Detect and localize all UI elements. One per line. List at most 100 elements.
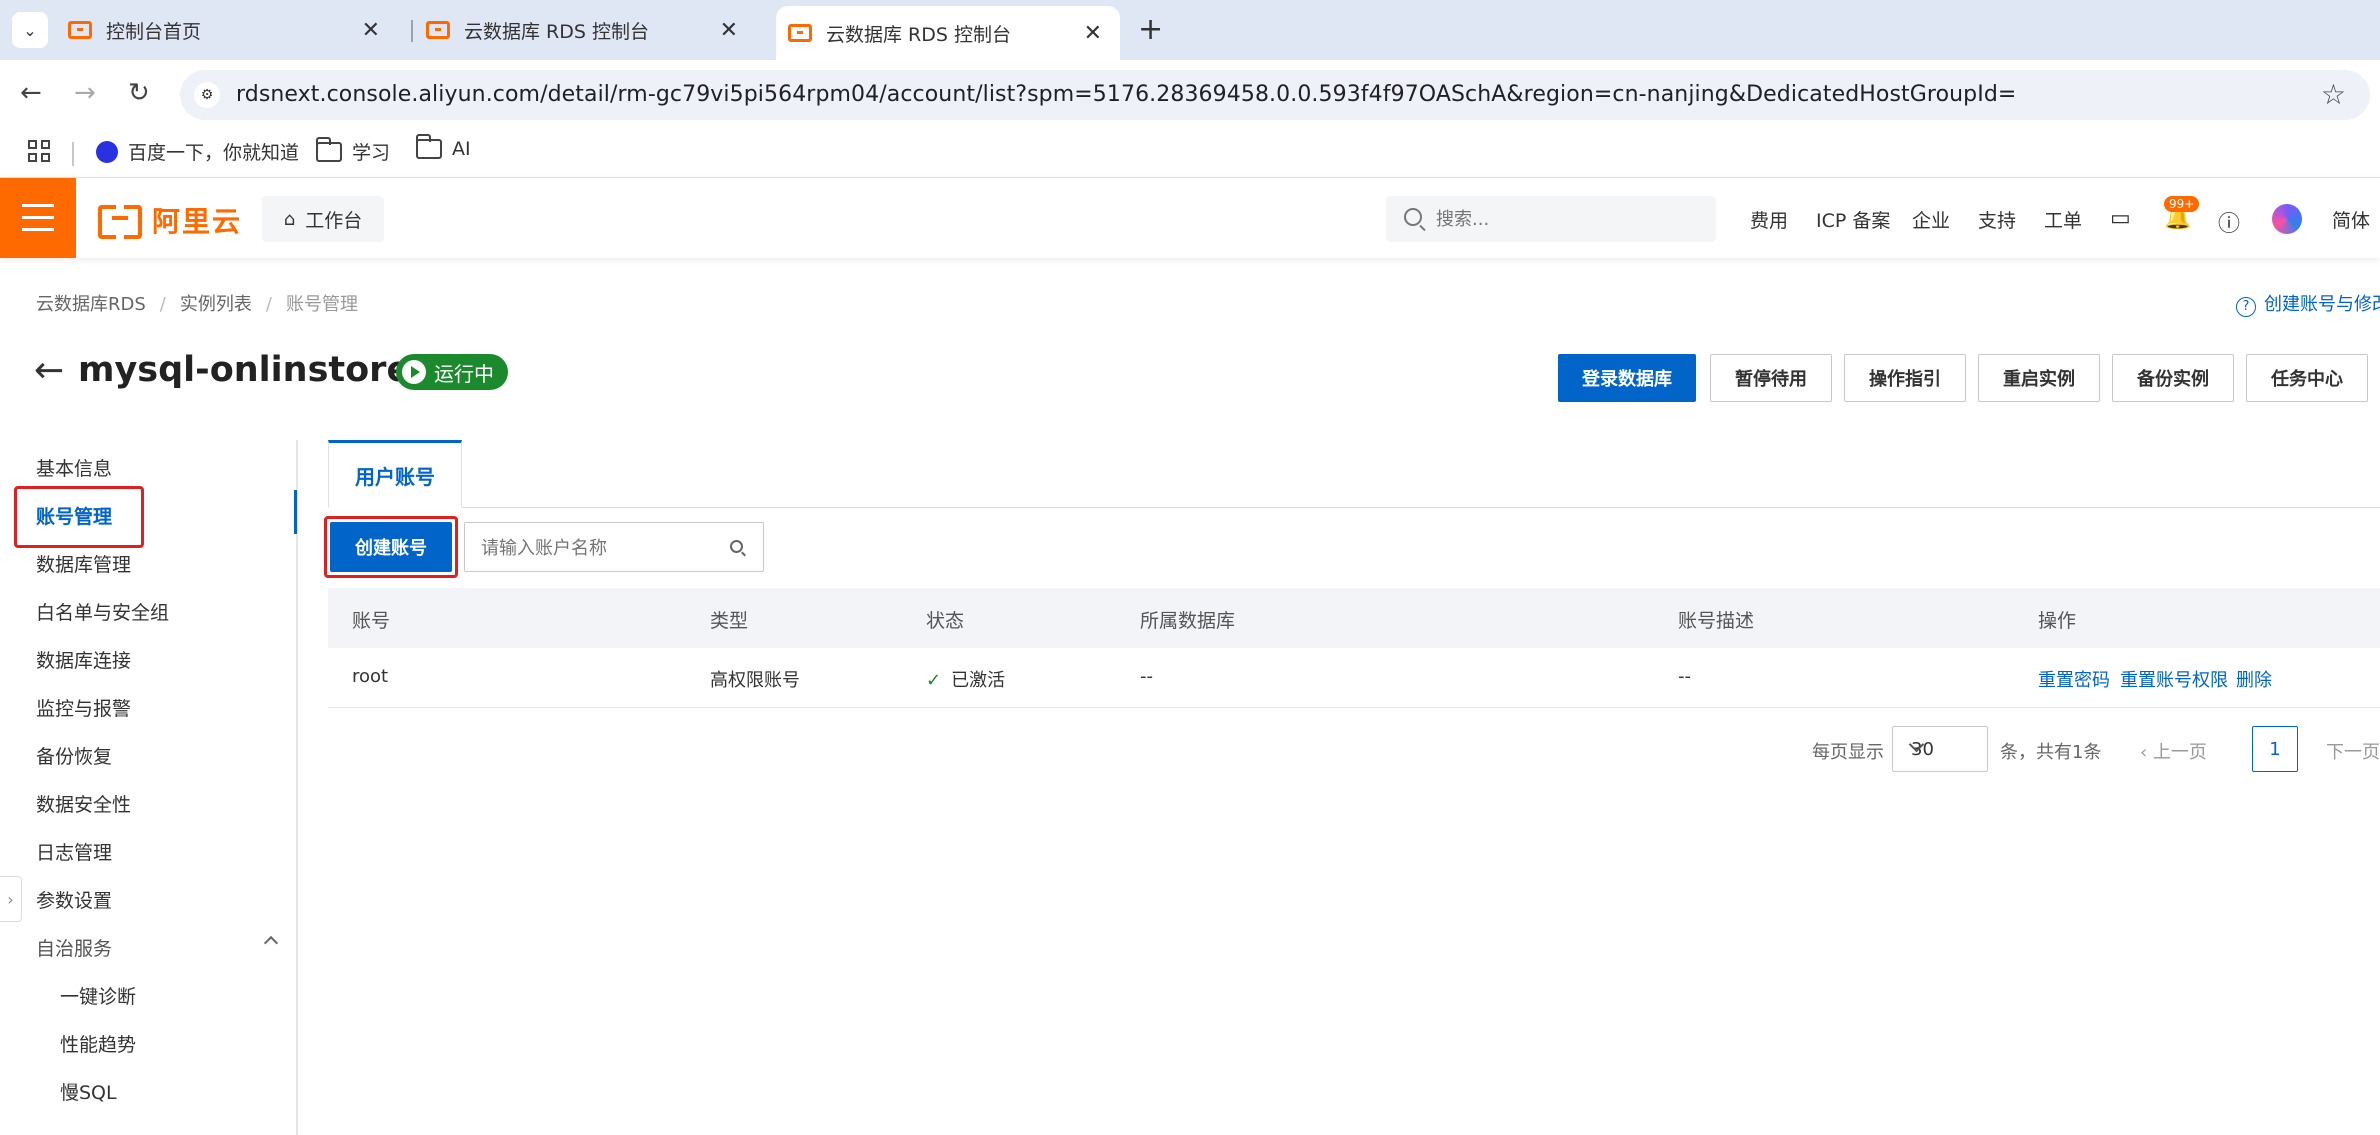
task-center-button[interactable]: 任务中心 bbox=[2246, 354, 2368, 402]
browser-tab-strip: ⌄ 控制台首页 ✕ 云数据库 RDS 控制台 ✕ 云数据库 RDS 控制台 ✕ … bbox=[0, 0, 2380, 60]
close-icon[interactable]: ✕ bbox=[720, 18, 738, 43]
column-database: 所属数据库 bbox=[1140, 610, 1236, 632]
close-icon[interactable]: ✕ bbox=[1084, 21, 1102, 46]
apps-grid-icon[interactable] bbox=[28, 140, 50, 162]
sidebar-item-monitoring[interactable]: 监控与报警 bbox=[36, 694, 131, 721]
cell-description: -- bbox=[1678, 666, 1691, 687]
reset-permissions-link[interactable]: 重置账号权限 bbox=[2120, 666, 2228, 692]
backup-instance-button[interactable]: 备份实例 bbox=[2112, 354, 2234, 402]
tab-title: 控制台首页 bbox=[106, 20, 202, 43]
cell-type: 高权限账号 bbox=[710, 670, 800, 691]
page-number-current[interactable]: 1 bbox=[2252, 726, 2298, 772]
bookmark-folder-study[interactable]: 学习 bbox=[316, 136, 391, 165]
sidebar-collapse-handle[interactable]: › bbox=[0, 876, 22, 922]
per-page-label: 每页显示 bbox=[1812, 742, 1884, 763]
aliyun-favicon-icon bbox=[68, 21, 92, 39]
bookmark-folder-ai[interactable]: AI bbox=[416, 134, 471, 160]
sidebar-item-parameters[interactable]: 参数设置 bbox=[36, 886, 112, 913]
nav-link-billing[interactable]: 费用 bbox=[1750, 206, 1788, 233]
login-database-button[interactable]: 登录数据库 bbox=[1558, 354, 1696, 402]
sidebar-item-database-management[interactable]: 数据库管理 bbox=[36, 550, 131, 577]
search-icon[interactable] bbox=[730, 540, 743, 553]
reload-icon[interactable]: ↻ bbox=[128, 78, 150, 108]
reset-password-link[interactable]: 重置密码 bbox=[2038, 666, 2110, 692]
user-avatar[interactable] bbox=[2272, 204, 2302, 234]
hamburger-menu-button[interactable] bbox=[0, 178, 76, 258]
url-text[interactable]: rdsnext.console.aliyun.com/detail/rm-gc7… bbox=[236, 82, 2016, 107]
new-tab-plus-icon[interactable]: + bbox=[1138, 12, 1163, 47]
console-top-nav: 阿里云 ⌂ 工作台 费用 ICP 备案 企业 支持 工单 ▭ 🔔 99+ ⓘ 简… bbox=[0, 178, 2380, 258]
sidebar-subitem-diagnosis[interactable]: 一键诊断 bbox=[60, 982, 136, 1009]
column-operations: 操作 bbox=[2038, 610, 2077, 632]
language-switch[interactable]: 简体 bbox=[2332, 206, 2370, 233]
sidebar-subitem-performance[interactable]: 性能趋势 bbox=[60, 1030, 136, 1057]
sidebar-item-data-security[interactable]: 数据安全性 bbox=[36, 790, 131, 817]
workbench-label: 工作台 bbox=[305, 209, 363, 232]
bookmark-baidu[interactable]: 百度一下，你就知道 bbox=[96, 138, 299, 165]
nav-link-enterprise[interactable]: 企业 bbox=[1912, 206, 1950, 233]
aliyun-logo-icon bbox=[98, 205, 142, 239]
sidebar-item-whitelist[interactable]: 白名单与安全组 bbox=[36, 598, 169, 625]
cell-database: -- bbox=[1140, 666, 1153, 687]
back-arrow-icon[interactable]: ← bbox=[20, 78, 42, 108]
sidebar-item-basic-info[interactable]: 基本信息 bbox=[36, 454, 112, 481]
tab-separator bbox=[411, 20, 413, 42]
tab-search-button[interactable]: ⌄ bbox=[12, 12, 48, 48]
content-tabbar: 用户账号 bbox=[328, 440, 2380, 508]
status-badge: 运行中 bbox=[396, 354, 508, 390]
bookmark-label: 学习 bbox=[352, 142, 391, 164]
breadcrumb: 云数据库RDS / 实例列表 / 账号管理 bbox=[36, 294, 358, 315]
baidu-paw-icon bbox=[96, 140, 118, 163]
pause-button[interactable]: 暂停待用 bbox=[1710, 354, 1832, 402]
sidebar-item-backup-restore[interactable]: 备份恢复 bbox=[36, 742, 112, 769]
highlight-box-create bbox=[324, 516, 458, 578]
status-text: 已激活 bbox=[951, 670, 1006, 691]
site-settings-icon[interactable]: ⚙ bbox=[194, 82, 220, 108]
chevron-down-icon: ⌄ bbox=[23, 20, 37, 40]
cell-status: ✓ 已激活 bbox=[926, 666, 1005, 692]
next-page-button[interactable]: 下一页 bbox=[2326, 738, 2380, 764]
help-circle-icon[interactable]: ⓘ bbox=[2218, 206, 2240, 238]
column-status: 状态 bbox=[926, 610, 965, 632]
top-search-box[interactable] bbox=[1386, 196, 1716, 242]
bookmark-separator bbox=[72, 142, 74, 166]
browser-tab-2[interactable]: 云数据库 RDS 控制台 ✕ bbox=[426, 8, 756, 52]
breadcrumb-rds[interactable]: 云数据库RDS bbox=[36, 294, 146, 315]
breadcrumb-instance-list[interactable]: 实例列表 bbox=[180, 294, 252, 315]
sidebar-item-connection[interactable]: 数据库连接 bbox=[36, 646, 131, 673]
nav-link-support[interactable]: 支持 bbox=[1978, 206, 2016, 233]
omnibox[interactable]: ⚙ rdsnext.console.aliyun.com/detail/rm-g… bbox=[180, 70, 2370, 120]
back-arrow-icon[interactable]: ← bbox=[34, 350, 64, 391]
address-bar-row: ← → ↻ ⚙ rdsnext.console.aliyun.com/detai… bbox=[0, 60, 2380, 130]
top-search-input[interactable] bbox=[1436, 204, 1696, 234]
nav-link-ticket[interactable]: 工单 bbox=[2044, 206, 2082, 233]
restart-instance-button[interactable]: 重启实例 bbox=[1978, 354, 2100, 402]
column-account: 账号 bbox=[352, 610, 391, 632]
aliyun-favicon-icon bbox=[426, 21, 450, 39]
account-search-box[interactable] bbox=[464, 522, 764, 572]
prev-page-button[interactable]: ‹ 上一页 bbox=[2140, 738, 2207, 764]
breadcrumb-current: 账号管理 bbox=[285, 294, 358, 315]
browser-tab-1[interactable]: 控制台首页 ✕ bbox=[68, 8, 398, 52]
nav-link-icp[interactable]: ICP 备案 bbox=[1816, 206, 1890, 233]
delete-link[interactable]: 删除 bbox=[2236, 666, 2272, 692]
browser-tab-3-active[interactable]: 云数据库 RDS 控制台 ✕ bbox=[776, 6, 1120, 60]
help-link[interactable]: ? 创建账号与修改 bbox=[2236, 290, 2380, 317]
guide-button[interactable]: 操作指引 bbox=[1844, 354, 1966, 402]
sidebar-item-log-management[interactable]: 日志管理 bbox=[36, 838, 112, 865]
tab-user-accounts[interactable]: 用户账号 bbox=[328, 440, 462, 508]
close-icon[interactable]: ✕ bbox=[362, 18, 380, 43]
page-size-select[interactable]: 30 bbox=[1892, 726, 1988, 772]
aliyun-logo[interactable]: 阿里云 bbox=[98, 200, 242, 240]
forward-arrow-icon[interactable]: → bbox=[74, 78, 96, 108]
chevron-right-icon: › bbox=[7, 889, 14, 909]
workbench-button[interactable]: ⌂ 工作台 bbox=[262, 196, 384, 242]
notification-badge: 99+ bbox=[2164, 196, 2200, 212]
sidebar-group-autonomy[interactable]: 自治服务 bbox=[36, 934, 112, 961]
status-label: 运行中 bbox=[434, 361, 494, 386]
bookmark-star-icon[interactable]: ☆ bbox=[2321, 78, 2346, 111]
sidebar-subitem-slow-sql[interactable]: 慢SQL bbox=[60, 1078, 117, 1105]
account-search-input[interactable] bbox=[481, 533, 721, 563]
chevron-up-icon[interactable] bbox=[263, 935, 279, 951]
terminal-icon[interactable]: ▭ bbox=[2110, 206, 2131, 231]
